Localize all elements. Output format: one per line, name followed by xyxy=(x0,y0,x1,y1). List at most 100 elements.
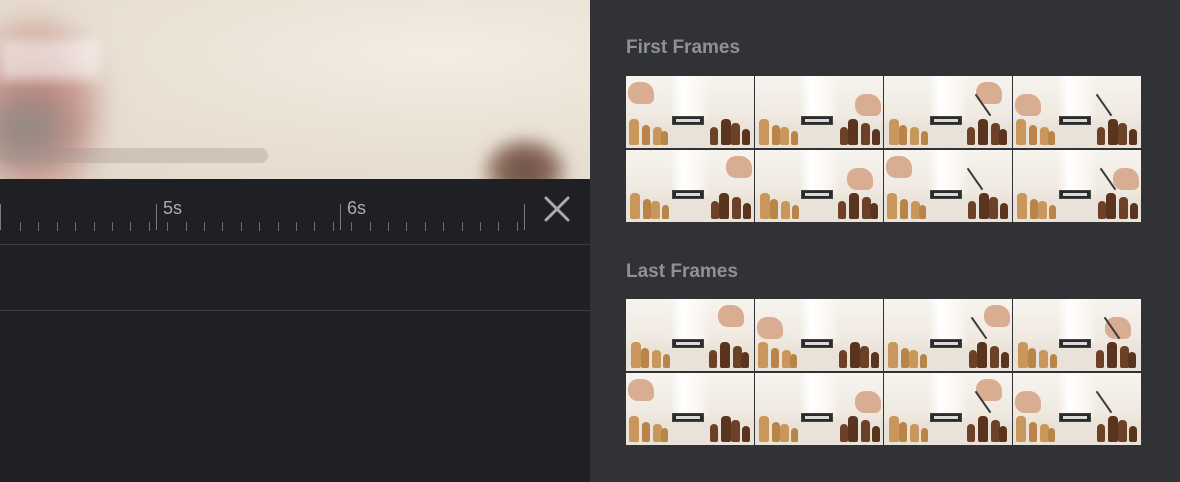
timeline-ruler[interactable]: 5s 6s xyxy=(0,179,590,245)
editor-area: 5s 6s xyxy=(0,0,590,482)
thumbnail-detail xyxy=(759,119,769,145)
preview-blur-object xyxy=(0,80,90,179)
frame-thumbnail[interactable] xyxy=(884,150,1012,222)
thumbnail-detail xyxy=(741,352,749,368)
thumbnail-detail xyxy=(791,131,798,145)
thumbnail-detail xyxy=(850,342,860,368)
ruler-minor-tick xyxy=(388,222,389,231)
thumbnail-detail xyxy=(909,350,918,368)
thumbnail-detail xyxy=(781,201,790,219)
thumbnail-detail xyxy=(999,426,1007,442)
thumbnail-detail xyxy=(928,373,968,417)
thumbnail-detail xyxy=(662,205,669,219)
thumbnail-detail xyxy=(1108,119,1118,145)
frame-thumbnail[interactable] xyxy=(626,299,754,371)
thumbnail-detail xyxy=(1018,342,1028,368)
preview-scrub-bar[interactable] xyxy=(0,148,268,163)
thumbnail-detail xyxy=(899,422,907,442)
thumbnail-detail xyxy=(840,424,848,442)
thumbnail-detail xyxy=(670,373,710,417)
frame-thumbnail[interactable] xyxy=(755,373,883,445)
thumbnail-detail xyxy=(1038,201,1047,219)
frame-thumbnail[interactable] xyxy=(884,299,1012,371)
frame-thumbnail[interactable] xyxy=(755,299,883,371)
thumbnail-detail xyxy=(872,426,880,442)
thumbnail-detail xyxy=(672,116,704,125)
ruler-minor-tick xyxy=(462,222,463,231)
thumbnail-detail xyxy=(1108,416,1118,442)
thumbnail-detail xyxy=(757,317,783,339)
video-preview[interactable] xyxy=(0,0,590,179)
thumbnail-detail xyxy=(861,420,870,442)
frame-thumbnail[interactable] xyxy=(626,373,754,445)
ruler-minor-tick xyxy=(241,222,242,231)
thumbnail-detail xyxy=(801,116,833,125)
thumbnail-detail xyxy=(732,197,741,219)
ruler-minor-tick xyxy=(130,222,131,231)
ruler-minor-tick xyxy=(94,222,95,231)
ruler-minor-tick xyxy=(278,222,279,231)
thumbnail-detail xyxy=(978,119,988,145)
thumbnail-detail xyxy=(1059,413,1091,422)
frame-thumbnail[interactable] xyxy=(755,76,883,148)
thumbnail-detail xyxy=(629,416,639,442)
thumbnail-detail xyxy=(840,127,848,145)
thumbnail-detail xyxy=(801,413,833,422)
thumbnail-detail xyxy=(838,201,846,219)
timeline-track[interactable] xyxy=(0,245,590,311)
frame-thumbnail[interactable] xyxy=(1013,299,1141,371)
thumbnail-detail xyxy=(628,379,654,401)
frame-thumbnail[interactable] xyxy=(1013,373,1141,445)
thumbnail-detail xyxy=(921,428,928,442)
frame-thumbnail[interactable] xyxy=(626,76,754,148)
ruler-major-tick xyxy=(156,204,157,230)
thumbnail-detail xyxy=(984,305,1010,327)
thumbnail-detail xyxy=(1095,390,1113,414)
thumbnail-detail xyxy=(1017,193,1027,219)
thumbnail-detail xyxy=(1001,352,1009,368)
ruler-minor-tick xyxy=(517,222,518,231)
thumbnail-detail xyxy=(1107,342,1117,368)
thumbnail-detail xyxy=(780,424,789,442)
thumbnail-detail xyxy=(1096,350,1104,368)
thumbnail-detail xyxy=(792,205,799,219)
thumbnail-detail xyxy=(661,428,668,442)
frame-thumbnail[interactable] xyxy=(626,150,754,222)
thumbnail-detail xyxy=(760,193,770,219)
thumbnail-detail xyxy=(759,416,769,442)
thumbnail-detail xyxy=(1128,352,1136,368)
thumbnail-detail xyxy=(791,428,798,442)
ruler-minor-tick xyxy=(425,222,426,231)
ruler-label-6s: 6s xyxy=(347,198,367,218)
frame-thumbnail[interactable] xyxy=(1013,150,1141,222)
thumbnail-detail xyxy=(928,150,968,194)
thumbnail-detail xyxy=(930,116,962,125)
thumbnail-detail xyxy=(672,413,704,422)
thumbnail-detail xyxy=(1016,119,1026,145)
preview-blur-object xyxy=(480,135,570,179)
thumbnail-detail xyxy=(1029,125,1037,145)
frame-thumbnail[interactable] xyxy=(884,373,1012,445)
thumbnail-detail xyxy=(899,125,907,145)
ruler-minor-tick xyxy=(333,222,334,231)
ruler-major-tick xyxy=(0,204,1,230)
ruler-minor-tick xyxy=(112,222,113,231)
thumbnail-detail xyxy=(1118,420,1127,442)
close-button[interactable] xyxy=(540,192,574,226)
thumbnail-detail xyxy=(1057,150,1097,194)
frame-thumbnail[interactable] xyxy=(1013,76,1141,148)
thumbnail-detail xyxy=(910,424,919,442)
frame-thumbnail[interactable] xyxy=(755,150,883,222)
thumbnail-detail xyxy=(928,76,968,120)
ruler-minor-tick xyxy=(498,222,499,231)
thumbnail-detail xyxy=(1030,199,1038,219)
thumbnail-detail xyxy=(848,416,858,442)
thumbnail-detail xyxy=(847,168,873,190)
ruler-minor-tick xyxy=(186,222,187,231)
thumbnail-detail xyxy=(799,150,839,194)
frame-thumbnail[interactable] xyxy=(884,76,1012,148)
thumbnail-detail xyxy=(886,156,912,178)
thumbnail-detail xyxy=(1059,190,1091,199)
ruler-major-tick xyxy=(340,204,341,230)
thumbnail-detail xyxy=(1015,391,1041,413)
